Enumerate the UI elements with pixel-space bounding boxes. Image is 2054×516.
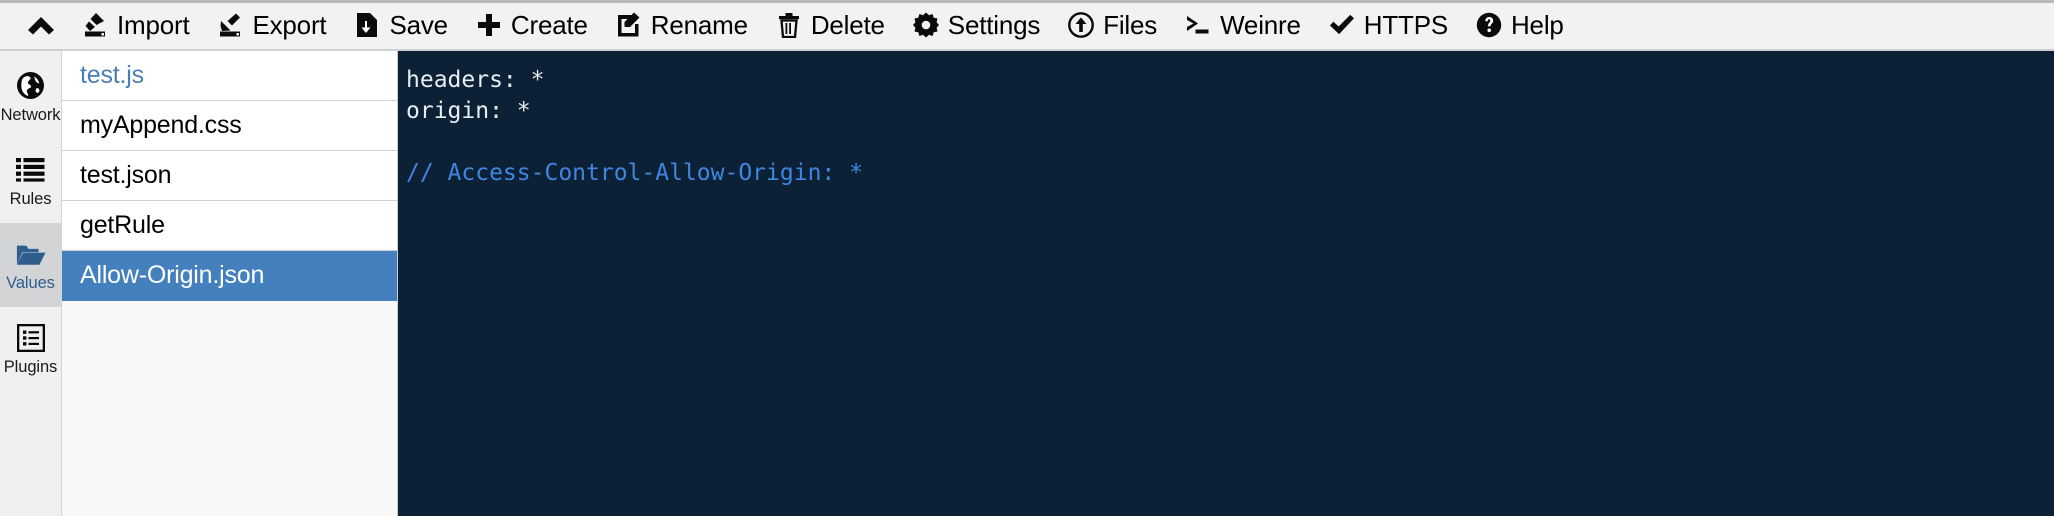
file-name: myAppend.css bbox=[80, 111, 242, 139]
file-list-item[interactable]: test.json bbox=[62, 151, 397, 201]
folder-open-icon bbox=[16, 239, 46, 269]
export-icon bbox=[217, 12, 243, 38]
create-button[interactable]: Create bbox=[462, 2, 602, 48]
rail-item-plugins[interactable]: Plugins bbox=[0, 307, 61, 391]
question-circle-icon bbox=[1476, 12, 1502, 38]
save-label: Save bbox=[389, 9, 448, 40]
import-button[interactable]: Import bbox=[68, 2, 203, 48]
settings-button[interactable]: Settings bbox=[899, 2, 1054, 48]
left-rail: Network Rules Values Plugins bbox=[0, 51, 62, 516]
main-body: Network Rules Values Plugins test.js myA… bbox=[0, 51, 2054, 516]
file-name: Allow-Origin.json bbox=[80, 261, 265, 289]
save-button[interactable]: Save bbox=[340, 2, 461, 48]
https-button[interactable]: HTTPS bbox=[1315, 2, 1462, 48]
https-label: HTTPS bbox=[1363, 9, 1448, 40]
file-name: test.js bbox=[80, 61, 144, 89]
code-line: headers: * bbox=[406, 67, 545, 93]
file-name: test.json bbox=[80, 161, 172, 189]
list-icon bbox=[16, 155, 46, 185]
import-icon bbox=[82, 12, 108, 38]
save-disk-icon bbox=[354, 12, 380, 38]
plus-icon bbox=[476, 12, 502, 38]
devtools-window: Import Export Save Create Rename Delete … bbox=[0, 0, 2054, 516]
export-label: Export bbox=[252, 9, 327, 40]
main-toolbar: Import Export Save Create Rename Delete … bbox=[0, 0, 2054, 51]
export-button[interactable]: Export bbox=[203, 2, 340, 48]
create-label: Create bbox=[510, 9, 588, 40]
edit-square-icon bbox=[616, 12, 642, 38]
files-label: Files bbox=[1103, 9, 1158, 40]
rename-button[interactable]: Rename bbox=[602, 2, 762, 48]
rail-label-network: Network bbox=[0, 105, 61, 124]
rail-item-rules[interactable]: Rules bbox=[0, 139, 61, 223]
file-name: getRule bbox=[80, 211, 165, 239]
plugin-list-icon bbox=[16, 323, 46, 353]
rail-label-rules: Rules bbox=[9, 189, 52, 208]
chevron-up-icon bbox=[26, 15, 56, 35]
file-list-item[interactable]: myAppend.css bbox=[62, 101, 397, 151]
file-list[interactable]: test.js myAppend.css test.json getRule A… bbox=[62, 51, 398, 516]
weinre-button[interactable]: Weinre bbox=[1171, 2, 1315, 48]
settings-label: Settings bbox=[947, 9, 1041, 40]
import-label: Import bbox=[117, 9, 190, 40]
files-button[interactable]: Files bbox=[1054, 2, 1171, 48]
code-line-comment: // Access-Control-Allow-Origin: * bbox=[406, 160, 863, 186]
code-line: origin: * bbox=[406, 98, 531, 124]
collapse-panel-button[interactable] bbox=[14, 2, 68, 48]
file-list-item[interactable]: getRule bbox=[62, 201, 397, 251]
code-editor[interactable]: headers: * origin: * // Access-Control-A… bbox=[398, 51, 2054, 516]
rail-label-values: Values bbox=[6, 273, 55, 292]
rename-label: Rename bbox=[650, 9, 748, 40]
help-button[interactable]: Help bbox=[1462, 2, 1578, 48]
rail-item-values[interactable]: Values bbox=[0, 223, 61, 307]
rail-item-network[interactable]: Network bbox=[0, 55, 61, 139]
gear-icon bbox=[912, 12, 939, 38]
file-list-item-selected[interactable]: Allow-Origin.json bbox=[62, 251, 397, 301]
trash-icon bbox=[776, 12, 802, 38]
weinre-label: Weinre bbox=[1220, 9, 1301, 40]
delete-button[interactable]: Delete bbox=[762, 2, 899, 48]
check-icon bbox=[1329, 12, 1355, 38]
terminal-prompt-icon bbox=[1185, 12, 1211, 38]
help-label: Help bbox=[1510, 9, 1564, 40]
globe-icon bbox=[16, 71, 46, 101]
delete-label: Delete bbox=[810, 9, 885, 40]
rail-label-plugins: Plugins bbox=[3, 357, 58, 376]
upload-circle-icon bbox=[1068, 11, 1095, 38]
file-list-item[interactable]: test.js bbox=[62, 51, 397, 101]
